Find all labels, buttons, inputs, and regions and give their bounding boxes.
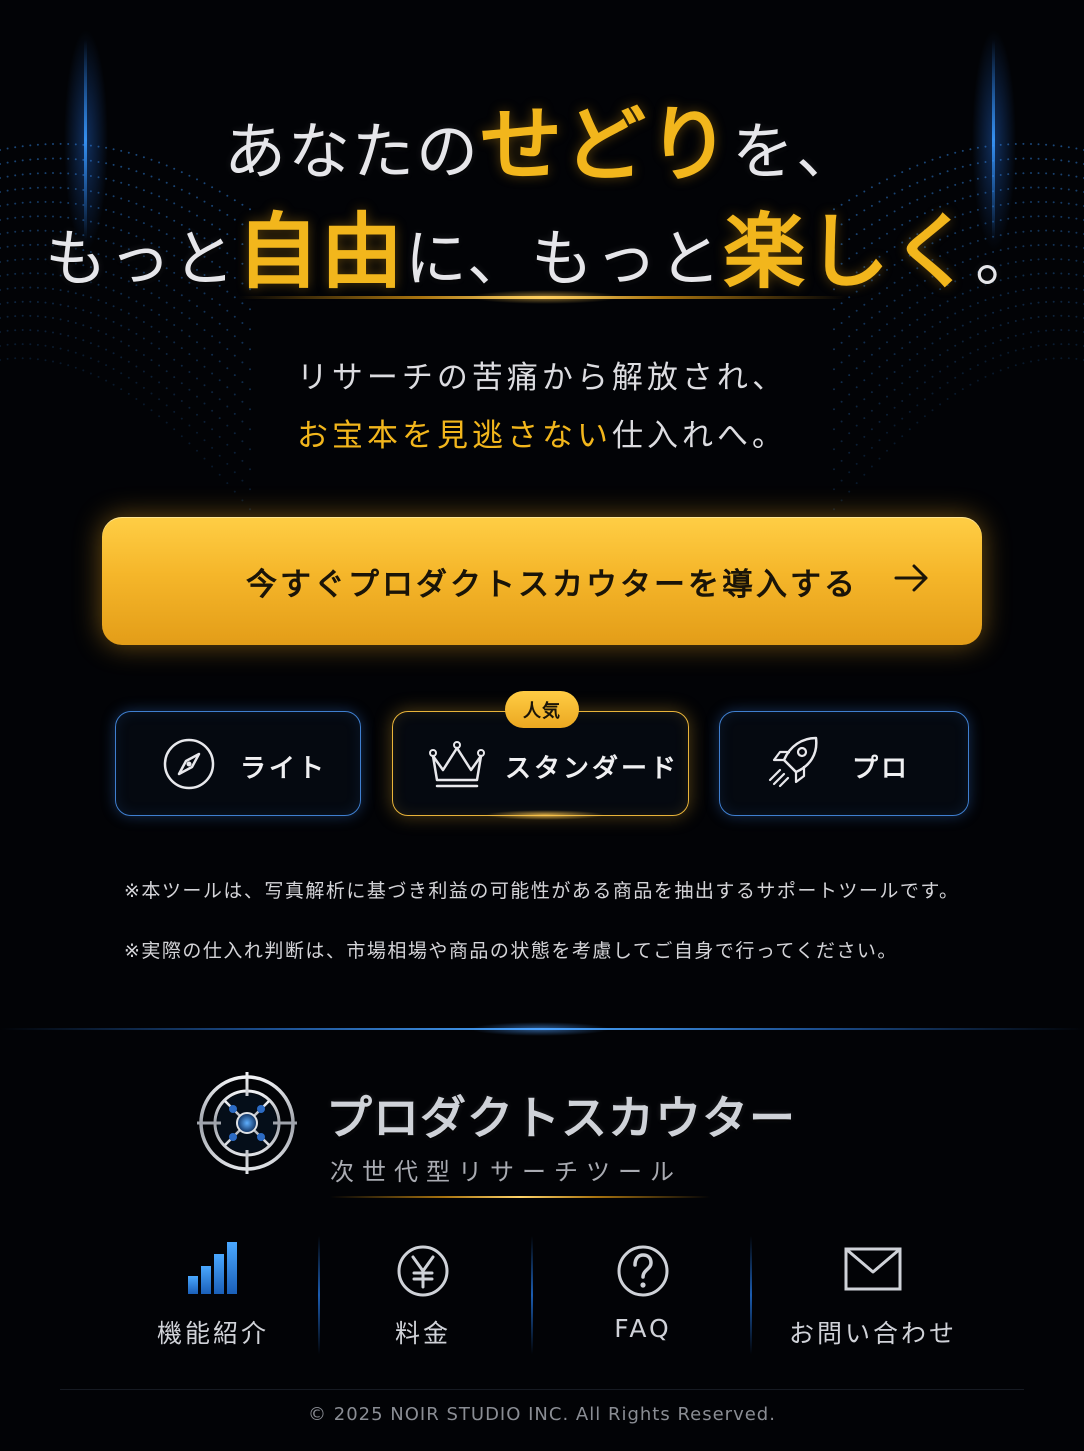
arrow-right-icon bbox=[894, 564, 928, 592]
subtitle-highlight: お宝本を見逃さない bbox=[297, 418, 612, 454]
hero-highlight: せどり bbox=[479, 97, 732, 193]
hero-text: あなたの bbox=[223, 115, 480, 188]
copyright-text: © 2025 NOIR STUDIO INC. All Rights Reser… bbox=[308, 1404, 776, 1425]
footer-nav-pricing[interactable]: 料金 bbox=[340, 1232, 506, 1357]
cta-button[interactable]: 今すぐプロダクトスカウターを導入する bbox=[102, 517, 982, 645]
compass-icon bbox=[163, 738, 215, 790]
plan-standard-glow bbox=[485, 810, 605, 820]
plan-standard-label: スタンダード bbox=[505, 754, 680, 784]
disclaimer-note: ※本ツールは、写真解析に基づき利益の可能性がある商品を抽出するサポートツールです… bbox=[124, 880, 960, 902]
brand-tagline: 次世代型リサーチツール bbox=[330, 1158, 682, 1186]
disclaimer-note: ※実際の仕入れ判断は、市場相場や商品の状態を考慮してご自身で行ってください。 bbox=[124, 940, 898, 962]
hero-subtitle-line1: リサーチの苦痛から解放され、 bbox=[296, 360, 788, 396]
brand-underline bbox=[330, 1196, 710, 1198]
footer-nav-label: お問い合わせ bbox=[788, 1319, 957, 1348]
footer-nav-label: 機能紹介 bbox=[156, 1319, 269, 1348]
hero-text: 。 bbox=[975, 222, 1040, 295]
hero-text: に、もっと bbox=[404, 222, 724, 295]
footer-nav-divider bbox=[531, 1236, 533, 1354]
hero-highlight: 楽しく bbox=[723, 204, 976, 300]
footer-nav-faq[interactable]: FAQ bbox=[560, 1232, 726, 1357]
rocket-icon bbox=[768, 736, 818, 788]
cta-label: 今すぐプロダクトスカウターを導入する bbox=[246, 566, 858, 603]
hero-title-line1: あなたのせどりを、 bbox=[0, 78, 1084, 197]
hero-text: を、 bbox=[732, 115, 861, 188]
section-divider-glow bbox=[470, 1022, 610, 1036]
popular-badge: 人気 bbox=[505, 691, 579, 728]
bar-chart-icon bbox=[188, 1242, 237, 1294]
footer-divider bbox=[60, 1389, 1024, 1390]
hero-divider-glow bbox=[470, 290, 620, 304]
hero-subtitle-line2: お宝本を見逃さない仕入れへ。 bbox=[0, 410, 1084, 455]
subtitle-text: 仕入れへ。 bbox=[612, 418, 787, 454]
plan-lite-label: ライト bbox=[240, 754, 328, 784]
footer-nav-label: FAQ bbox=[614, 1314, 672, 1343]
hero-highlight: 自由 bbox=[236, 204, 405, 300]
question-icon bbox=[617, 1245, 669, 1297]
footer-nav-divider bbox=[318, 1236, 320, 1354]
crown-icon bbox=[429, 741, 485, 788]
footer-nav-label: 料金 bbox=[394, 1319, 451, 1348]
mail-icon bbox=[844, 1247, 902, 1291]
footer-nav-divider bbox=[750, 1236, 752, 1354]
hero-text: もっと bbox=[44, 222, 237, 295]
footer-nav-features[interactable]: 機能紹介 bbox=[130, 1232, 296, 1357]
plan-lite-button[interactable]: ライト bbox=[115, 711, 361, 816]
plan-pro-button[interactable]: プロ bbox=[719, 711, 969, 816]
brand-name: プロダクトスカウター bbox=[326, 1091, 796, 1145]
scope-logo-icon bbox=[197, 1072, 297, 1174]
plan-pro-label: プロ bbox=[852, 754, 911, 784]
yen-icon bbox=[397, 1245, 449, 1297]
footer-nav-contact[interactable]: お問い合わせ bbox=[782, 1232, 964, 1357]
hero-title-line2: もっと自由に、もっと楽しく。 bbox=[0, 185, 1084, 304]
